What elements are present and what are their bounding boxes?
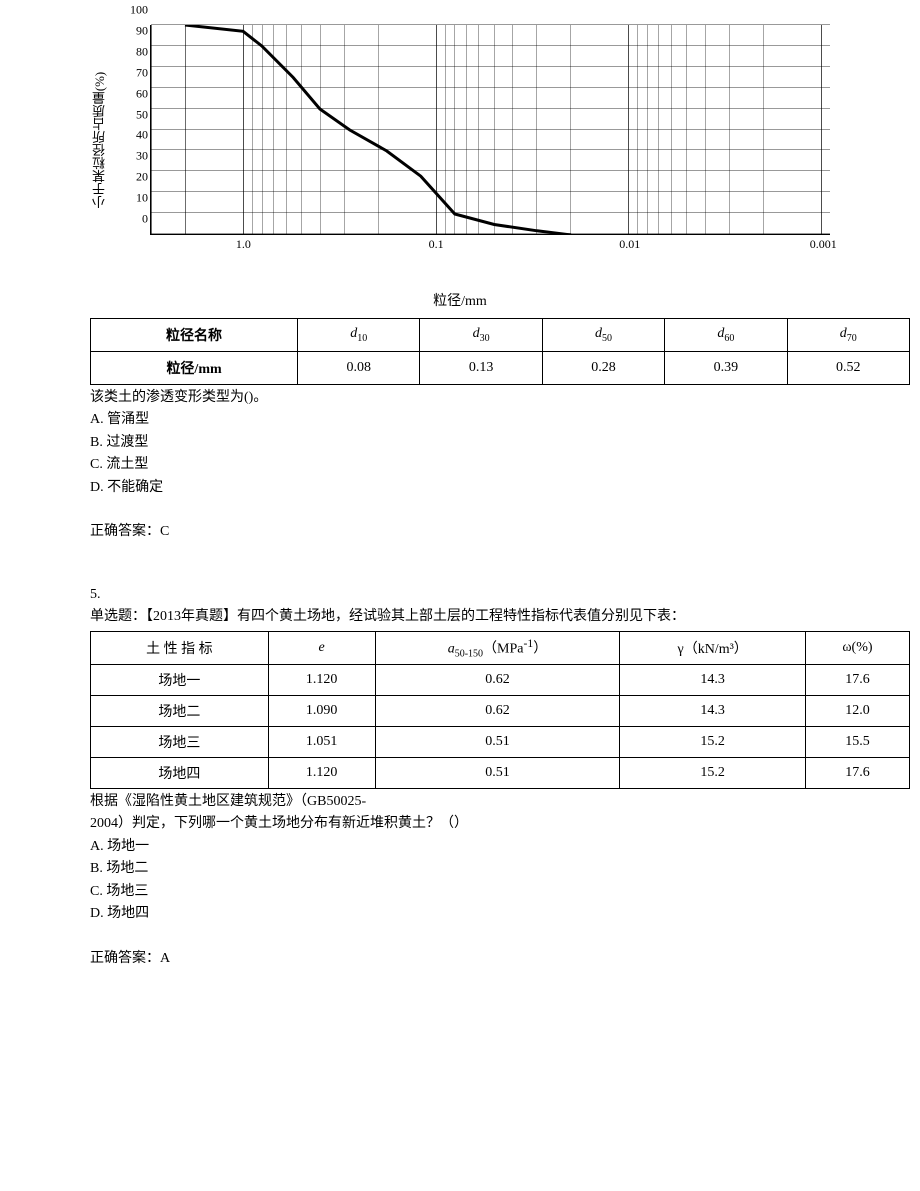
- option-c: C. 场地三: [90, 881, 920, 903]
- table-cell: 0.62: [375, 664, 620, 695]
- table-header: d70: [787, 319, 909, 352]
- question-4: 该类土的渗透变形类型为()。 A. 管涌型 B. 过渡型 C. 流土型 D. 不…: [90, 387, 920, 544]
- table-row: 场地一 1.120 0.62 14.3 17.6: [91, 664, 910, 695]
- table-cell: 0.51: [375, 757, 620, 788]
- table-header: a50-150（MPa-1）: [375, 631, 620, 664]
- table-cell: 0.28: [542, 352, 664, 385]
- y-tick: 90: [123, 23, 148, 38]
- post-text: 2004）判定，下列哪一个黄土场地分布有新近堆积黄土？（）: [90, 813, 920, 835]
- table-cell: 场地二: [91, 695, 269, 726]
- option-b: B. 过渡型: [90, 432, 920, 454]
- table-header: 粒径名称: [91, 319, 298, 352]
- table-row: 场地二 1.090 0.62 14.3 12.0: [91, 695, 910, 726]
- option-b: B. 场地二: [90, 858, 920, 880]
- loess-site-table: 土 性 指 标 e a50-150（MPa-1） γ（kN/m³） ω(%) 场…: [90, 631, 910, 789]
- table-header: ω(%): [805, 631, 909, 664]
- x-tick: 0.001: [810, 237, 837, 252]
- table-cell: 17.6: [805, 757, 909, 788]
- y-tick: 70: [123, 65, 148, 80]
- table-header: d50: [542, 319, 664, 352]
- option-d: D. 不能确定: [90, 477, 920, 499]
- y-tick: 0: [123, 212, 148, 227]
- y-tick: 10: [123, 191, 148, 206]
- table-cell: 12.0: [805, 695, 909, 726]
- y-tick: 60: [123, 86, 148, 101]
- answer-label: 正确答案：A: [90, 948, 920, 970]
- chart-plot-area: 0 10 20 30 40 50 60 70 80 90 100 1.0 0.1…: [150, 25, 830, 235]
- table-header: 土 性 指 标: [91, 631, 269, 664]
- chart-y-axis-label: 小于某粒径所占质量(%): [90, 72, 109, 209]
- table-row: 场地四 1.120 0.51 15.2 17.6: [91, 757, 910, 788]
- table-row: 粒径名称 d10 d30 d50 d60 d70: [91, 319, 910, 352]
- table-row: 粒径/mm 0.08 0.13 0.28 0.39 0.52: [91, 352, 910, 385]
- table-header: d60: [665, 319, 787, 352]
- table-cell: 1.051: [268, 726, 375, 757]
- table-cell: 0.62: [375, 695, 620, 726]
- question-5-post: 根据《湿陷性黄土地区建筑规范》（GB50025- 2004）判定，下列哪一个黄土…: [90, 791, 920, 970]
- table-cell: 1.120: [268, 757, 375, 788]
- table-header: d10: [298, 319, 420, 352]
- table-row: 土 性 指 标 e a50-150（MPa-1） γ（kN/m³） ω(%): [91, 631, 910, 664]
- option-d: D. 场地四: [90, 903, 920, 925]
- table-cell: 14.3: [620, 695, 806, 726]
- table-cell: 1.090: [268, 695, 375, 726]
- table-cell: 0.39: [665, 352, 787, 385]
- y-tick: 100: [123, 3, 148, 18]
- x-tick: 0.01: [619, 237, 640, 252]
- question-stem: 该类土的渗透变形类型为()。: [90, 387, 920, 409]
- post-text: 根据《湿陷性黄土地区建筑规范》（GB50025-: [90, 791, 920, 813]
- y-tick: 40: [123, 128, 148, 143]
- table-cell: 15.5: [805, 726, 909, 757]
- question-number: 5.: [90, 584, 920, 606]
- question-5: 5. 单选题：【2013年真题】有四个黄土场地，经试验其上部土层的工程特性指标代…: [90, 584, 920, 629]
- table-header: e: [268, 631, 375, 664]
- option-a: A. 管涌型: [90, 409, 920, 431]
- x-tick: 1.0: [236, 237, 251, 252]
- question-stem: 单选题：【2013年真题】有四个黄土场地，经试验其上部土层的工程特性指标代表值分…: [90, 606, 920, 628]
- y-tick: 80: [123, 44, 148, 59]
- chart-x-axis-label: 粒径/mm: [0, 290, 920, 310]
- table-cell: 17.6: [805, 664, 909, 695]
- particle-size-chart: 小于某粒径所占质量(%) 0 10 20 30 40 50 60 70 80 9…: [120, 20, 870, 260]
- table-cell: 场地一: [91, 664, 269, 695]
- answer-label: 正确答案：C: [90, 521, 920, 543]
- table-cell: 0.52: [787, 352, 909, 385]
- table-cell: 0.13: [420, 352, 542, 385]
- y-tick: 30: [123, 149, 148, 164]
- table-cell: 粒径/mm: [91, 352, 298, 385]
- x-tick: 0.1: [429, 237, 444, 252]
- particle-size-table: 粒径名称 d10 d30 d50 d60 d70 粒径/mm 0.08 0.13…: [90, 318, 910, 385]
- table-cell: 1.120: [268, 664, 375, 695]
- table-cell: 0.08: [298, 352, 420, 385]
- table-header: γ（kN/m³）: [620, 631, 806, 664]
- table-cell: 场地四: [91, 757, 269, 788]
- table-header: d30: [420, 319, 542, 352]
- option-c: C. 流土型: [90, 454, 920, 476]
- table-cell: 0.51: [375, 726, 620, 757]
- table-row: 场地三 1.051 0.51 15.2 15.5: [91, 726, 910, 757]
- y-tick: 50: [123, 107, 148, 122]
- option-a: A. 场地一: [90, 836, 920, 858]
- table-cell: 15.2: [620, 757, 806, 788]
- table-cell: 14.3: [620, 664, 806, 695]
- table-cell: 15.2: [620, 726, 806, 757]
- y-tick: 20: [123, 170, 148, 185]
- table-cell: 场地三: [91, 726, 269, 757]
